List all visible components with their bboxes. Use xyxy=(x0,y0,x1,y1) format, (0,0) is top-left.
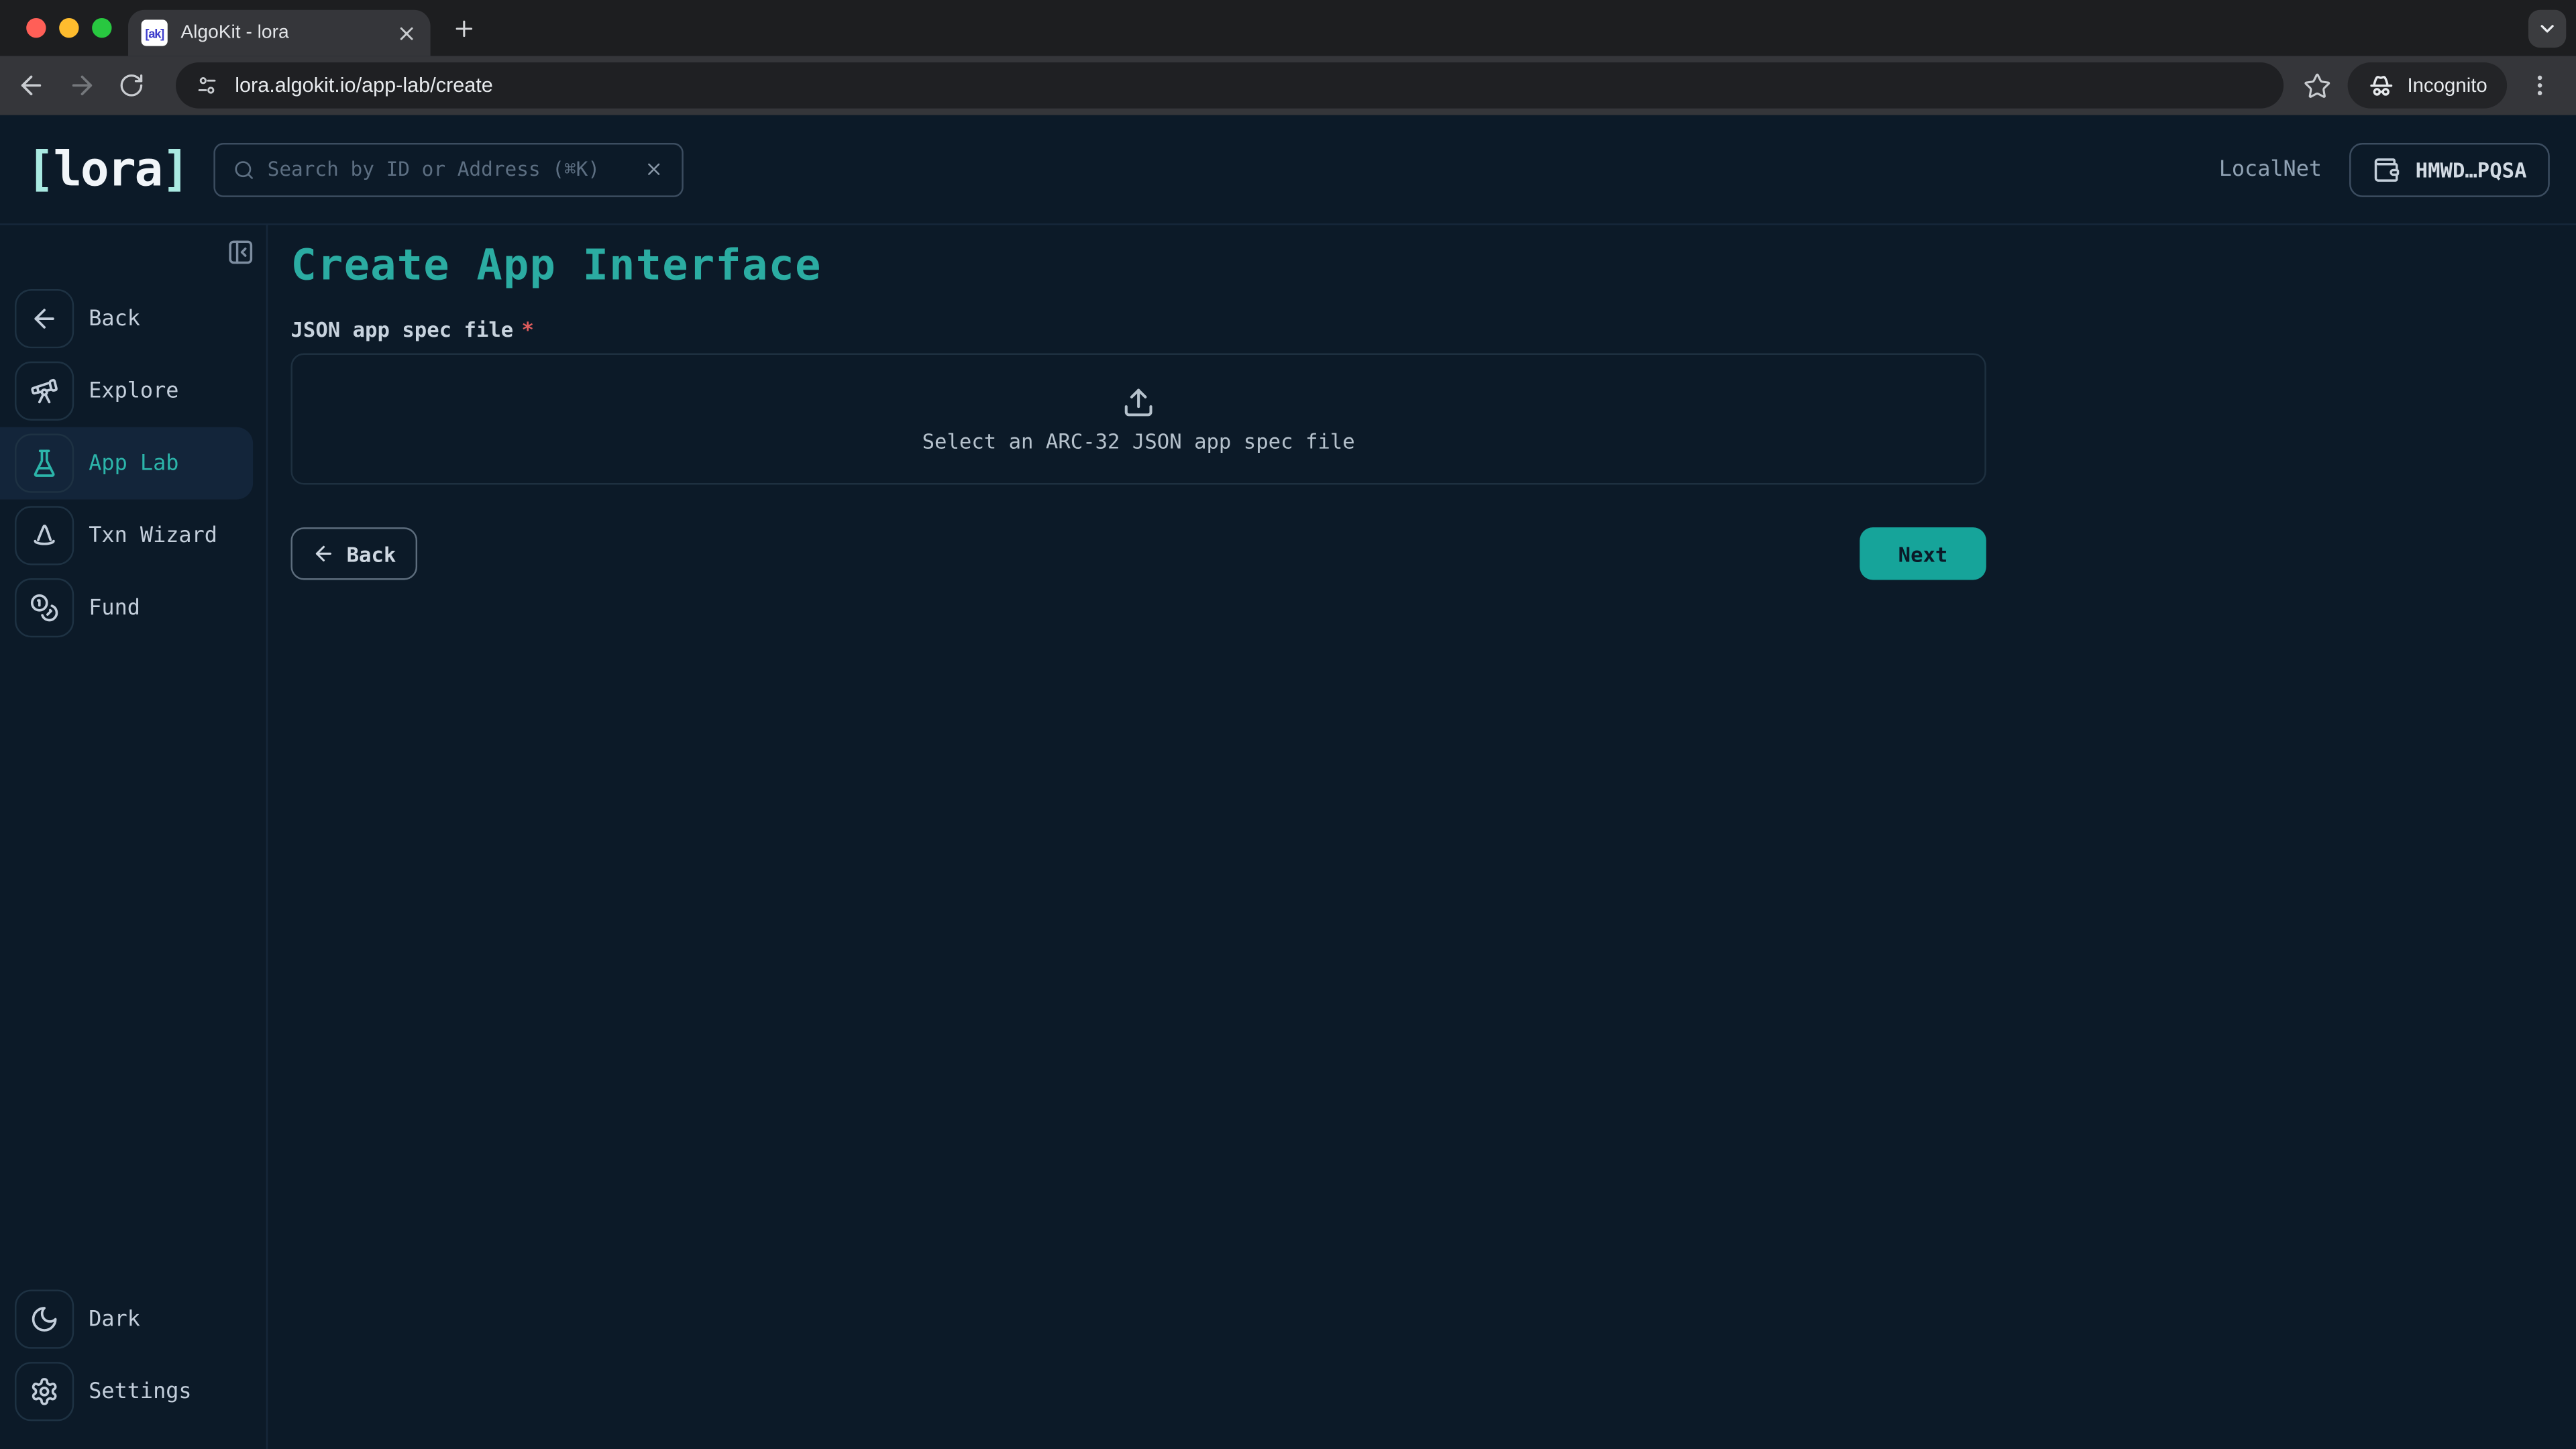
search-box[interactable] xyxy=(213,142,683,197)
flask-icon xyxy=(15,434,74,493)
minimize-window-button[interactable] xyxy=(59,18,78,38)
app-body: Back Explore App Lab xyxy=(0,225,2576,1449)
sidebar-item-explore[interactable]: Explore xyxy=(0,355,266,427)
sidebar-item-label: Txn Wizard xyxy=(89,523,217,548)
sidebar-footer: Dark Settings xyxy=(0,1283,266,1428)
sidebar-item-app-lab[interactable]: App Lab xyxy=(0,427,253,500)
theme-toggle-dark[interactable]: Dark xyxy=(0,1283,266,1356)
plus-icon xyxy=(451,15,476,40)
panel-left-close-icon xyxy=(227,238,255,266)
reload-icon xyxy=(118,72,144,99)
network-label: LocalNet xyxy=(2219,157,2322,182)
address-bar[interactable]: lora.algokit.io/app-lab/create xyxy=(176,62,2284,109)
site-settings-icon[interactable] xyxy=(195,74,218,97)
main-content: Create App Interface JSON app spec file*… xyxy=(268,225,2576,1449)
lora-logo[interactable]: [lora] xyxy=(26,142,189,197)
browser-window: [ak] AlgoKit - lora lora.algokit.io/app-… xyxy=(0,0,2576,1449)
app-header: [lora] LocalNet HMWD…PQSA xyxy=(0,115,2576,225)
new-tab-button[interactable] xyxy=(447,11,480,44)
tab-close-icon[interactable] xyxy=(396,22,417,44)
search-icon xyxy=(233,158,254,180)
sidebar-item-settings[interactable]: Settings xyxy=(0,1355,266,1428)
search-input[interactable] xyxy=(268,158,631,180)
browser-back-button[interactable] xyxy=(16,70,46,100)
file-dropzone[interactable]: Select an ARC-32 JSON app spec file xyxy=(290,354,1986,485)
logo-text: lora xyxy=(54,142,162,197)
coins-icon xyxy=(15,578,74,637)
browser-tab[interactable]: [ak] AlgoKit - lora xyxy=(128,10,431,56)
incognito-label: Incognito xyxy=(2407,74,2487,97)
browser-forward-button[interactable] xyxy=(67,70,97,100)
sidebar-item-label: Explore xyxy=(89,378,178,403)
dropzone-label: Select an ARC-32 JSON app spec file xyxy=(922,428,1355,453)
wallet-icon xyxy=(2373,155,2401,183)
tab-search-button[interactable] xyxy=(2528,10,2566,48)
wallet-button[interactable]: HMWD…PQSA xyxy=(2350,142,2550,197)
sidebar-item-txn-wizard[interactable]: Txn Wizard xyxy=(0,499,266,572)
wallet-address: HMWD…PQSA xyxy=(2416,157,2527,182)
gear-icon xyxy=(15,1362,74,1421)
close-window-button[interactable] xyxy=(26,18,46,38)
arrow-left-icon xyxy=(16,70,46,100)
moon-icon xyxy=(15,1289,74,1348)
back-button[interactable]: Back xyxy=(290,527,417,580)
sidebar-item-label: Settings xyxy=(89,1379,191,1404)
browser-reload-button[interactable] xyxy=(118,72,144,99)
logo-bracket-right: ] xyxy=(162,142,189,197)
sidebar-item-label: App Lab xyxy=(89,451,178,476)
arrow-left-icon xyxy=(15,289,74,348)
telescope-icon xyxy=(15,362,74,421)
header-right: LocalNet HMWD…PQSA xyxy=(2219,142,2550,197)
sidebar-item-label: Fund xyxy=(89,596,140,621)
tab-title: AlgoKit - lora xyxy=(180,23,389,42)
window-titlebar: [ak] AlgoKit - lora xyxy=(0,0,2576,56)
wizard-buttons: Back Next xyxy=(290,527,1986,580)
browser-menu-button[interactable] xyxy=(2527,72,2553,99)
arrow-right-icon xyxy=(67,70,97,100)
zoom-window-button[interactable] xyxy=(92,18,111,38)
field-label: JSON app spec file* xyxy=(290,317,2576,342)
sidebar-item-label: Dark xyxy=(89,1307,140,1332)
arrow-left-icon xyxy=(312,542,335,565)
next-button[interactable]: Next xyxy=(1860,527,1986,580)
upload-icon xyxy=(1122,385,1155,418)
page-title: Create App Interface xyxy=(290,241,2576,290)
browser-toolbar: lora.algokit.io/app-lab/create Incognito xyxy=(0,56,2576,115)
traffic-lights xyxy=(26,18,111,38)
bookmark-button[interactable] xyxy=(2304,72,2332,100)
sidebar-item-fund[interactable]: Fund xyxy=(0,572,266,644)
clear-search-icon[interactable] xyxy=(643,160,663,179)
url-text: lora.algokit.io/app-lab/create xyxy=(235,74,493,97)
kebab-menu-icon xyxy=(2527,72,2553,99)
incognito-badge: Incognito xyxy=(2348,62,2507,109)
required-marker: * xyxy=(521,317,533,342)
tab-favicon: [ak] xyxy=(142,19,168,46)
sidebar-item-back[interactable]: Back xyxy=(0,282,266,355)
sidebar-collapse-button[interactable] xyxy=(227,238,255,266)
sidebar-nav: Back Explore App Lab xyxy=(0,225,266,644)
sidebar-item-label: Back xyxy=(89,307,140,331)
incognito-icon xyxy=(2368,72,2396,100)
logo-bracket-left: [ xyxy=(26,142,53,197)
star-icon xyxy=(2304,72,2332,100)
sidebar: Back Explore App Lab xyxy=(0,225,268,1449)
chevron-down-icon xyxy=(2536,18,2558,40)
wizard-hat-icon xyxy=(15,506,74,565)
